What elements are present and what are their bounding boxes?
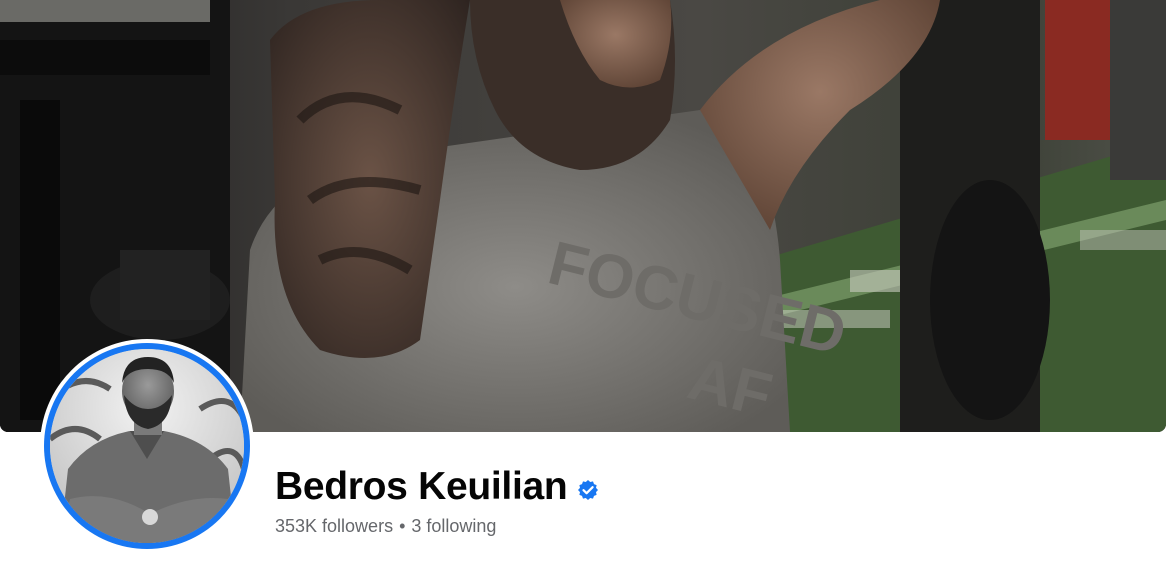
following-link[interactable]: 3 following <box>411 516 496 537</box>
profile-name[interactable]: Bedros Keuilian <box>275 463 568 511</box>
followers-link[interactable]: 353K followers <box>275 516 393 537</box>
verified-badge-icon[interactable] <box>577 479 599 501</box>
profile-picture[interactable] <box>40 339 254 553</box>
profile-stats: 353K followers • 3 following <box>275 514 496 538</box>
profile-header: FOCUSED AF Bedros Keuilian 353K follower… <box>0 0 1166 573</box>
stats-separator: • <box>399 515 406 536</box>
avatar[interactable] <box>50 349 244 543</box>
avatar-image <box>50 349 244 543</box>
profile-name-row: Bedros Keuilian <box>275 463 599 511</box>
